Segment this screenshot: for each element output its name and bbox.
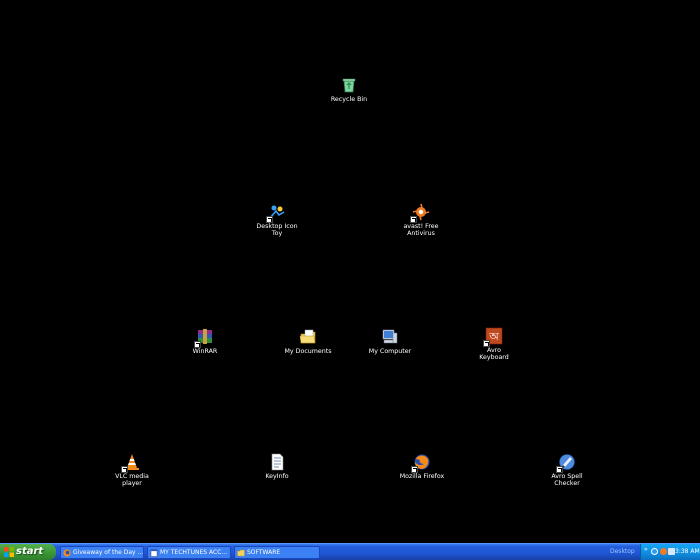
shortcut-arrow-icon	[411, 466, 418, 473]
shortcut-arrow-icon	[556, 466, 563, 473]
winrar-icon	[194, 328, 214, 348]
my-documents-label: My Documents	[284, 348, 332, 355]
my-documents-shortcut[interactable]: My Documents	[270, 328, 346, 355]
recycle-bin-icon	[340, 76, 358, 94]
avro-spell-label-line2: Checker	[554, 480, 580, 488]
desktop-icon-toy-label-line2: Toy	[271, 230, 283, 238]
desktop-icon-toy-shortcut[interactable]: Desktop Icon Toy	[239, 203, 315, 237]
system-tray: » 3:38 AM	[640, 544, 700, 560]
vlc-label-line1: VLC media	[115, 473, 149, 480]
shortcut-arrow-icon	[266, 216, 273, 223]
volume-icon[interactable]	[668, 548, 675, 555]
shortcut-arrow-icon	[410, 216, 417, 223]
folder-icon	[237, 549, 245, 557]
start-label: start	[16, 546, 44, 557]
vlc-media-player-shortcut[interactable]: VLC media player	[94, 453, 170, 487]
taskbar-button-techtunes[interactable]: MY TECHTUNES ACC...	[147, 546, 231, 559]
vlc-cone-icon	[121, 453, 141, 473]
avro-keyboard-label-line1: Avro	[487, 347, 501, 354]
keyinfo-document-icon	[268, 453, 286, 471]
desktop-icon-toy-icon	[266, 203, 286, 223]
avro-keyboard-shortcut[interactable]: অ Avro Keyboard	[456, 327, 532, 361]
avro-spell-label-line1: Avro Spell	[551, 473, 583, 480]
my-computer-shortcut[interactable]: My Computer	[352, 328, 428, 355]
firefox-icon	[63, 549, 71, 557]
recycle-bin-label: Recycle Bin	[330, 96, 368, 103]
winrar-shortcut[interactable]: WinRAR	[167, 328, 243, 355]
taskbar-button-giveaway[interactable]: Giveaway of the Day ...	[60, 546, 144, 559]
avro-spell-checker-icon	[556, 453, 576, 473]
mozilla-firefox-shortcut[interactable]: Mozilla Firefox	[384, 453, 460, 480]
winrar-label: WinRAR	[192, 348, 218, 355]
taskbar-button-label: Giveaway of the Day ...	[73, 549, 144, 556]
taskbar: start Giveaway of the Day ... MY TECHTUN…	[0, 543, 700, 560]
keyinfo-label: KeyInfo	[265, 473, 289, 480]
firefox-label: Mozilla Firefox	[399, 473, 445, 480]
my-computer-label: My Computer	[368, 348, 412, 355]
network-icon[interactable]	[651, 548, 658, 555]
avro-keyboard-label-line2: Keyboard	[479, 354, 509, 362]
show-hidden-icons-chevron-icon[interactable]: »	[644, 546, 648, 553]
taskbar-button-software[interactable]: SOFTWARE	[234, 546, 320, 559]
taskbar-button-label: SOFTWARE	[247, 549, 281, 556]
vlc-label-line2: player	[122, 480, 142, 488]
avast-icon	[410, 203, 430, 223]
windows-logo-icon	[4, 547, 14, 557]
desktop-icon-toy-label-line1: Desktop Icon	[256, 223, 298, 230]
shortcut-arrow-icon	[194, 341, 201, 348]
start-button[interactable]: start	[0, 544, 56, 560]
taskbar-button-label: MY TECHTUNES ACC...	[160, 549, 228, 556]
keyinfo-shortcut[interactable]: KeyInfo	[239, 453, 315, 480]
my-computer-icon	[381, 328, 399, 346]
desktop[interactable]: Recycle Bin Desktop Icon Toy avast! Free…	[0, 0, 700, 543]
avast-antivirus-shortcut[interactable]: avast! Free Antivirus	[383, 203, 459, 237]
firefox-icon	[411, 453, 431, 473]
desktop-toolbar-label[interactable]: Desktop	[610, 546, 635, 558]
avast-tray-icon[interactable]	[660, 548, 667, 555]
my-documents-icon	[299, 328, 317, 346]
recycle-bin-shortcut[interactable]: Recycle Bin	[311, 76, 387, 103]
shortcut-arrow-icon	[483, 340, 490, 347]
avast-label-line1: avast! Free	[403, 223, 439, 230]
shortcut-arrow-icon	[121, 466, 128, 473]
avast-label-line2: Antivirus	[407, 230, 435, 238]
avro-spell-checker-shortcut[interactable]: Avro Spell Checker	[529, 453, 605, 487]
avro-keyboard-icon: অ	[483, 327, 503, 347]
clock[interactable]: 3:38 AM	[675, 544, 700, 560]
document-window-icon	[150, 549, 158, 557]
